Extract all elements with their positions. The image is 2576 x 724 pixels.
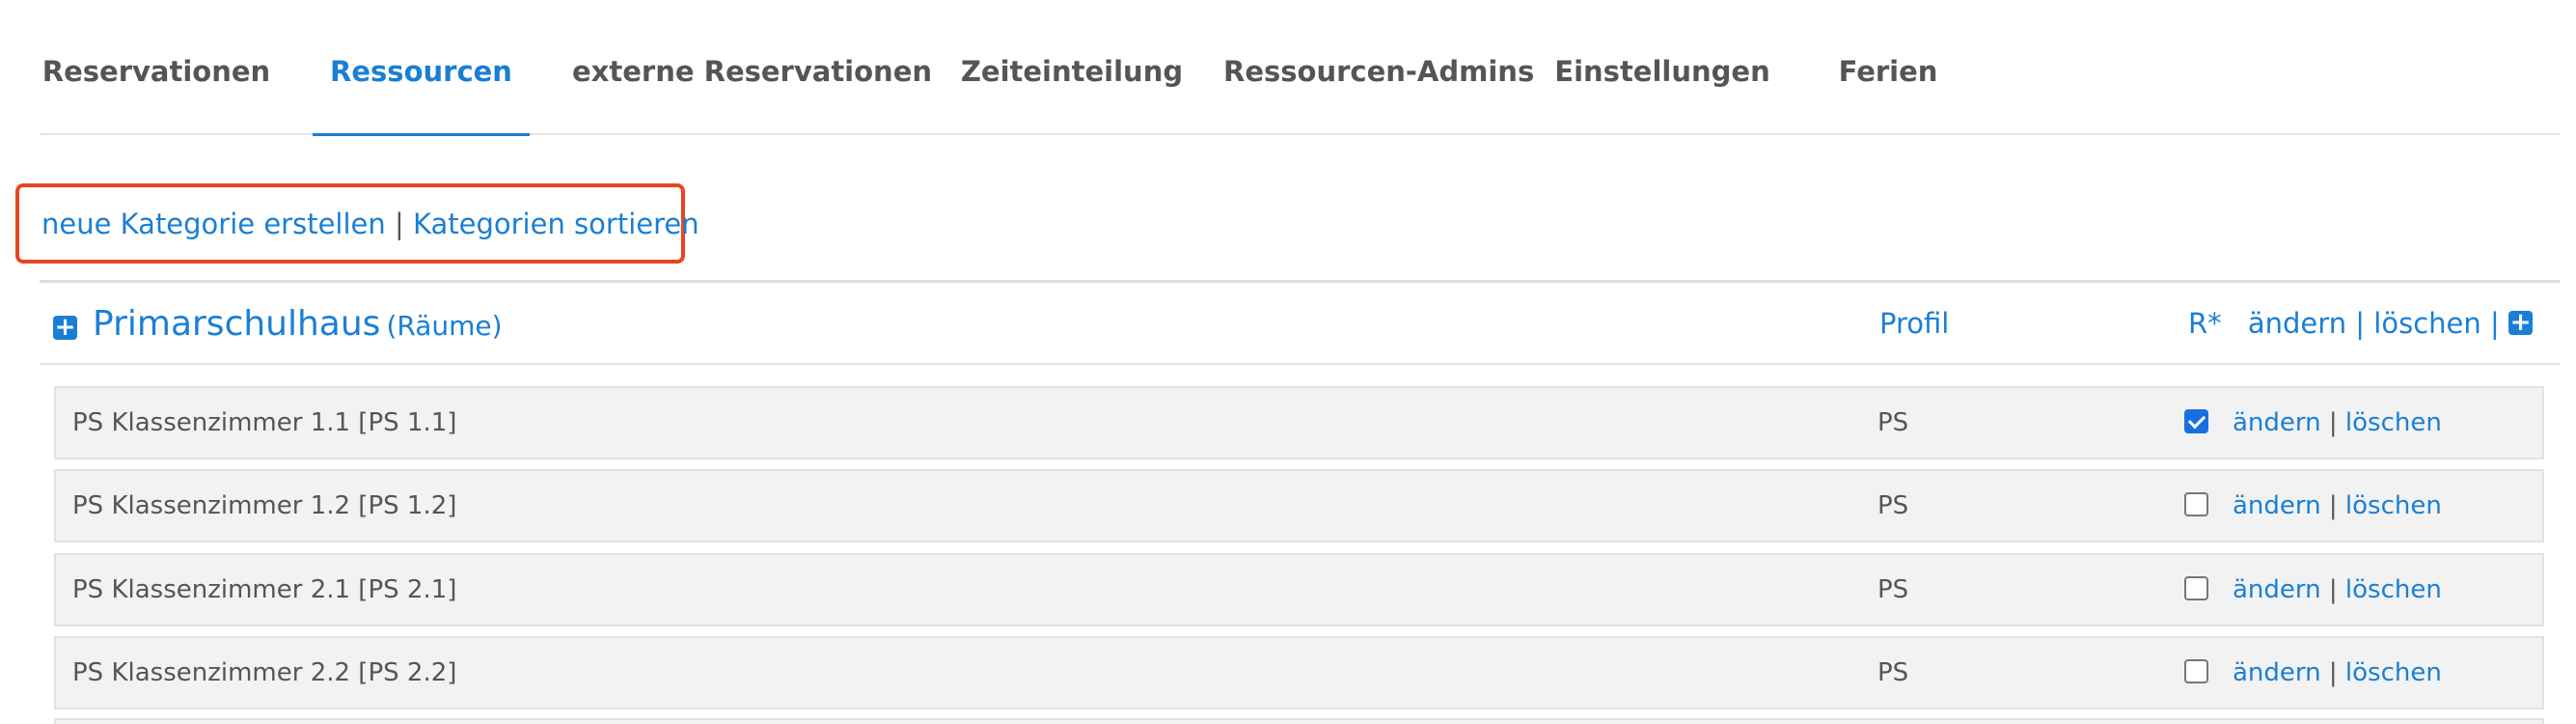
separator: | <box>2328 575 2338 604</box>
category-header-actions: R* ändern | löschen | + <box>2188 283 2533 365</box>
row-actions: ändern | löschen <box>2233 471 2442 541</box>
sort-categories-link[interactable]: Kategorien sortieren <box>413 208 699 240</box>
add-resource-icon[interactable]: + <box>2507 310 2533 335</box>
tab-ressourcen[interactable]: Ressourcen <box>313 0 530 136</box>
table-row: PS Klassenzimmer 2.2 [PS 2.2] PS ändern … <box>54 636 2544 710</box>
expand-icon[interactable]: + <box>53 315 77 340</box>
category-name[interactable]: Primarschulhaus <box>93 304 380 344</box>
separator: | <box>2489 307 2500 340</box>
reservable-checkbox[interactable] <box>2184 492 2208 516</box>
resource-profil: PS <box>1877 491 1909 520</box>
delete-link[interactable]: löschen <box>2345 575 2442 604</box>
resource-profil: PS <box>1877 408 1909 437</box>
reservable-checkbox[interactable] <box>2184 659 2208 683</box>
column-header-reservable: R* <box>2188 307 2222 340</box>
category-title: + Primarschulhaus (Räume) <box>53 283 503 363</box>
edit-link[interactable]: ändern <box>2233 491 2321 520</box>
tab-einstellungen[interactable]: Einstellungen <box>1551 0 1773 135</box>
row-actions: ändern | löschen <box>2233 638 2442 708</box>
resource-tabs: Reservationen Ressourcen externe Reserva… <box>40 0 2560 136</box>
delete-link[interactable]: löschen <box>2345 408 2442 437</box>
row-actions: ändern | löschen <box>2233 555 2442 625</box>
resource-profil: PS <box>1877 658 1909 687</box>
edit-link[interactable]: ändern <box>2233 408 2321 437</box>
edit-link[interactable]: ändern <box>2233 575 2321 604</box>
reservable-checkbox[interactable] <box>2184 576 2208 600</box>
category-header: + Primarschulhaus (Räume) Profil R* ändern… <box>40 280 2560 365</box>
separator: | <box>2328 658 2338 687</box>
row-actions: ändern | löschen <box>2233 388 2442 458</box>
category-actions: neue Kategorie erstellen | Kategorien so… <box>15 183 699 264</box>
resource-profil: PS <box>1877 575 1909 604</box>
table-row: PS Klassenzimmer 2.1 [PS 2.1] PS ändern … <box>54 553 2544 627</box>
category-type: (Räume) <box>386 310 503 342</box>
category-delete-link[interactable]: löschen <box>2373 307 2480 340</box>
actions-separator: | <box>394 208 404 240</box>
separator: | <box>2328 491 2338 520</box>
reservable-checkbox[interactable] <box>2184 409 2208 433</box>
delete-link[interactable]: löschen <box>2345 491 2442 520</box>
resource-name: PS Klassenzimmer 2.2 [PS 2.2] <box>72 658 457 687</box>
separator: | <box>2355 307 2366 340</box>
category-edit-link[interactable]: ändern <box>2248 307 2346 340</box>
table-row: PS Klassenzimmer 1.2 [PS 1.2] PS ändern … <box>54 469 2544 543</box>
column-header-profil: Profil <box>1879 307 1950 340</box>
delete-link[interactable]: löschen <box>2345 658 2442 687</box>
table-row: PS Klassenzimmer 1.1 [PS 1.1] PS ändern … <box>54 386 2544 459</box>
tab-ferien[interactable]: Ferien <box>1830 0 1946 135</box>
tab-reservationen[interactable]: Reservationen <box>40 0 273 135</box>
table-row <box>54 718 2544 724</box>
tab-externe-reservationen[interactable]: externe Reservationen <box>572 0 932 135</box>
tab-zeiteinteilung[interactable]: Zeiteinteilung <box>956 0 1188 135</box>
tab-ressourcen-admins[interactable]: Ressourcen-Admins <box>1223 0 1534 135</box>
edit-link[interactable]: ändern <box>2233 658 2321 687</box>
separator: | <box>2328 408 2338 437</box>
resource-name: PS Klassenzimmer 2.1 [PS 2.1] <box>72 575 457 604</box>
resource-name: PS Klassenzimmer 1.1 [PS 1.1] <box>72 408 457 437</box>
resource-name: PS Klassenzimmer 1.2 [PS 1.2] <box>72 491 457 520</box>
create-category-link[interactable]: neue Kategorie erstellen <box>41 208 386 240</box>
